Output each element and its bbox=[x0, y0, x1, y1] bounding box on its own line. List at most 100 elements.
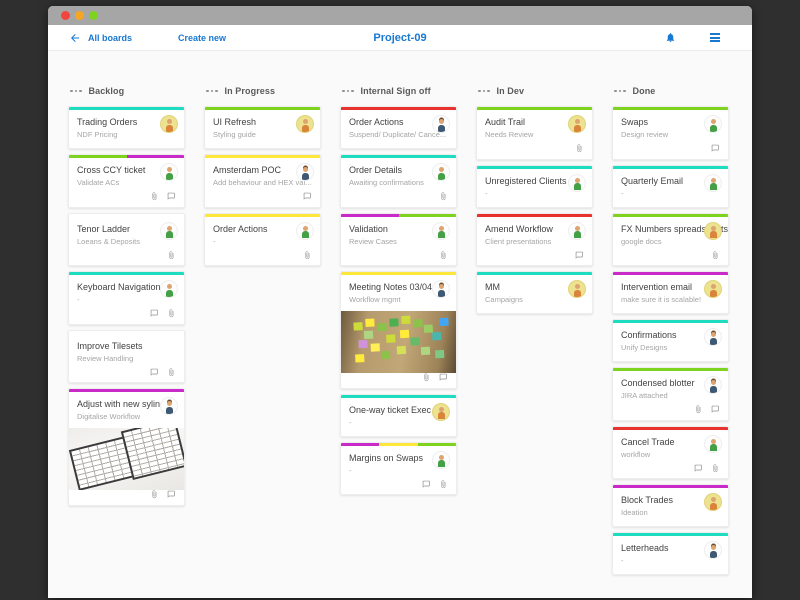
kanban-card[interactable]: Cross CCY ticket Validate ACs bbox=[68, 154, 185, 208]
card-subtitle: - bbox=[349, 418, 448, 427]
card-subtitle: Needs Review bbox=[485, 130, 584, 139]
card-subtitle: - bbox=[213, 237, 312, 246]
kanban-card[interactable]: Adjust with new syling Digitalise Workfl… bbox=[68, 388, 185, 506]
comment-icon bbox=[167, 490, 176, 499]
assignee-avatar bbox=[433, 116, 449, 132]
kanban-card[interactable]: Tenor Ladder Loeans & Deposits bbox=[68, 213, 185, 267]
assignee-avatar bbox=[161, 281, 177, 297]
column-title: In Dev bbox=[497, 86, 525, 96]
assignee-avatar bbox=[705, 436, 721, 452]
app-toolbar: All boards Create new Project-09 bbox=[48, 25, 752, 51]
comment-icon bbox=[422, 480, 431, 489]
kanban-card[interactable]: FX Numbers spreadsheets google docs bbox=[612, 213, 729, 267]
column-menu-dots-icon[interactable] bbox=[206, 90, 218, 93]
kanban-card[interactable]: Keyboard Navigation - bbox=[68, 271, 185, 325]
kanban-card[interactable]: Validation Review Cases bbox=[340, 213, 457, 267]
assignee-avatar bbox=[705, 116, 721, 132]
card-icon-row bbox=[613, 464, 728, 479]
column-title: Done bbox=[633, 86, 656, 96]
kanban-card[interactable]: Audit Trail Needs Review bbox=[476, 106, 593, 160]
assignee-avatar bbox=[433, 223, 449, 239]
assignee-avatar bbox=[433, 164, 449, 180]
kanban-column: In Progress UI Refresh Styling guide Ams… bbox=[204, 86, 321, 271]
attachment-icon bbox=[439, 192, 448, 201]
assignee-avatar bbox=[705, 494, 721, 510]
attachment-icon bbox=[150, 490, 159, 499]
card-subtitle: Validate ACs bbox=[77, 178, 176, 187]
card-icon-row bbox=[613, 251, 728, 266]
attachment-icon bbox=[150, 192, 159, 201]
kanban-card[interactable]: Unregistered Clients - bbox=[476, 165, 593, 208]
kanban-column: Backlog Trading Orders NDF Pricing Cross… bbox=[68, 86, 185, 511]
kanban-card[interactable]: Margins on Swaps - bbox=[340, 442, 457, 496]
card-icon-row bbox=[205, 192, 320, 207]
zoom-window-button[interactable] bbox=[89, 11, 98, 20]
card-subtitle: Review Handling bbox=[77, 354, 176, 363]
column-title: In Progress bbox=[225, 86, 276, 96]
comment-icon bbox=[711, 405, 720, 414]
card-subtitle: workflow bbox=[621, 450, 720, 459]
kanban-column: In Dev Audit Trail Needs Review Unregist… bbox=[476, 86, 593, 319]
kanban-card[interactable]: Condensed blotter JIRA attached bbox=[612, 367, 729, 421]
kanban-card[interactable]: Quarterly Email - bbox=[612, 165, 729, 208]
assignee-avatar bbox=[569, 175, 585, 191]
kanban-card[interactable]: Order Actions Suspend/ Duplicate/ Cance.… bbox=[340, 106, 457, 149]
kanban-card[interactable]: Cancel Trade workflow bbox=[612, 426, 729, 480]
kanban-card[interactable]: Order Actions - bbox=[204, 213, 321, 267]
comment-icon bbox=[575, 251, 584, 260]
card-icon-row bbox=[69, 490, 184, 505]
card-subtitle: Suspend/ Duplicate/ Cance... bbox=[349, 130, 448, 139]
close-window-button[interactable] bbox=[61, 11, 70, 20]
window-titlebar[interactable] bbox=[48, 6, 752, 25]
card-icon-row bbox=[69, 192, 184, 207]
kanban-card[interactable]: Confirmations Unify Designs bbox=[612, 319, 729, 362]
card-icon-row bbox=[341, 480, 456, 495]
assignee-avatar bbox=[705, 175, 721, 191]
assignee-avatar bbox=[705, 329, 721, 345]
card-icon-row bbox=[477, 251, 592, 266]
kanban-card[interactable]: One-way ticket Exec - bbox=[340, 394, 457, 437]
comment-icon bbox=[167, 192, 176, 201]
kanban-card[interactable]: Intervention email make sure it is scala… bbox=[612, 271, 729, 314]
column-title: Backlog bbox=[89, 86, 125, 96]
assignee-avatar bbox=[297, 164, 313, 180]
column-menu-dots-icon[interactable] bbox=[342, 90, 354, 93]
card-icon-row bbox=[613, 405, 728, 420]
kanban-card[interactable]: Meeting Notes 03/04 Workflow mgmt bbox=[340, 271, 457, 389]
card-subtitle: Workflow mgmt bbox=[349, 295, 448, 304]
kanban-card[interactable]: UI Refresh Styling guide bbox=[204, 106, 321, 149]
card-icon-row bbox=[205, 251, 320, 266]
card-icon-row bbox=[341, 192, 456, 207]
card-subtitle: Unify Designs bbox=[621, 343, 720, 352]
card-subtitle: google docs bbox=[621, 237, 720, 246]
kanban-card[interactable]: Swaps Design review bbox=[612, 106, 729, 160]
assignee-avatar bbox=[705, 281, 721, 297]
card-subtitle: Client presentations bbox=[485, 237, 584, 246]
column-menu-dots-icon[interactable] bbox=[478, 90, 490, 93]
kanban-card[interactable]: Improve Tilesets Review Handling bbox=[68, 330, 185, 384]
card-subtitle: - bbox=[77, 295, 176, 304]
attachment-icon bbox=[422, 373, 431, 382]
column-header: Internal Sign off bbox=[340, 86, 457, 96]
column-menu-dots-icon[interactable] bbox=[70, 90, 82, 93]
attachment-icon bbox=[711, 251, 720, 260]
assignee-avatar bbox=[161, 116, 177, 132]
attachment-icon bbox=[439, 480, 448, 489]
assignee-avatar bbox=[569, 281, 585, 297]
assignee-avatar bbox=[705, 377, 721, 393]
kanban-card[interactable]: Amsterdam POC Add behaviour and HEX val.… bbox=[204, 154, 321, 208]
card-subtitle: Digitalise Workflow bbox=[77, 412, 176, 421]
minimize-window-button[interactable] bbox=[75, 11, 84, 20]
kanban-card[interactable]: Order Details Awaiting confirmations bbox=[340, 154, 457, 208]
kanban-card[interactable]: MM Campaigns bbox=[476, 271, 593, 314]
kanban-card[interactable]: Letterheads - bbox=[612, 532, 729, 575]
card-subtitle: Review Cases bbox=[349, 237, 448, 246]
column-header: In Progress bbox=[204, 86, 321, 96]
kanban-card[interactable]: Trading Orders NDF Pricing bbox=[68, 106, 185, 149]
column-menu-dots-icon[interactable] bbox=[614, 90, 626, 93]
kanban-card[interactable]: Block Trades Ideation bbox=[612, 484, 729, 527]
card-subtitle: Add behaviour and HEX val... bbox=[213, 178, 312, 187]
board-title: Project-09 bbox=[48, 32, 752, 44]
kanban-card[interactable]: Amend Workflow Client presentations bbox=[476, 213, 593, 267]
assignee-avatar bbox=[569, 223, 585, 239]
